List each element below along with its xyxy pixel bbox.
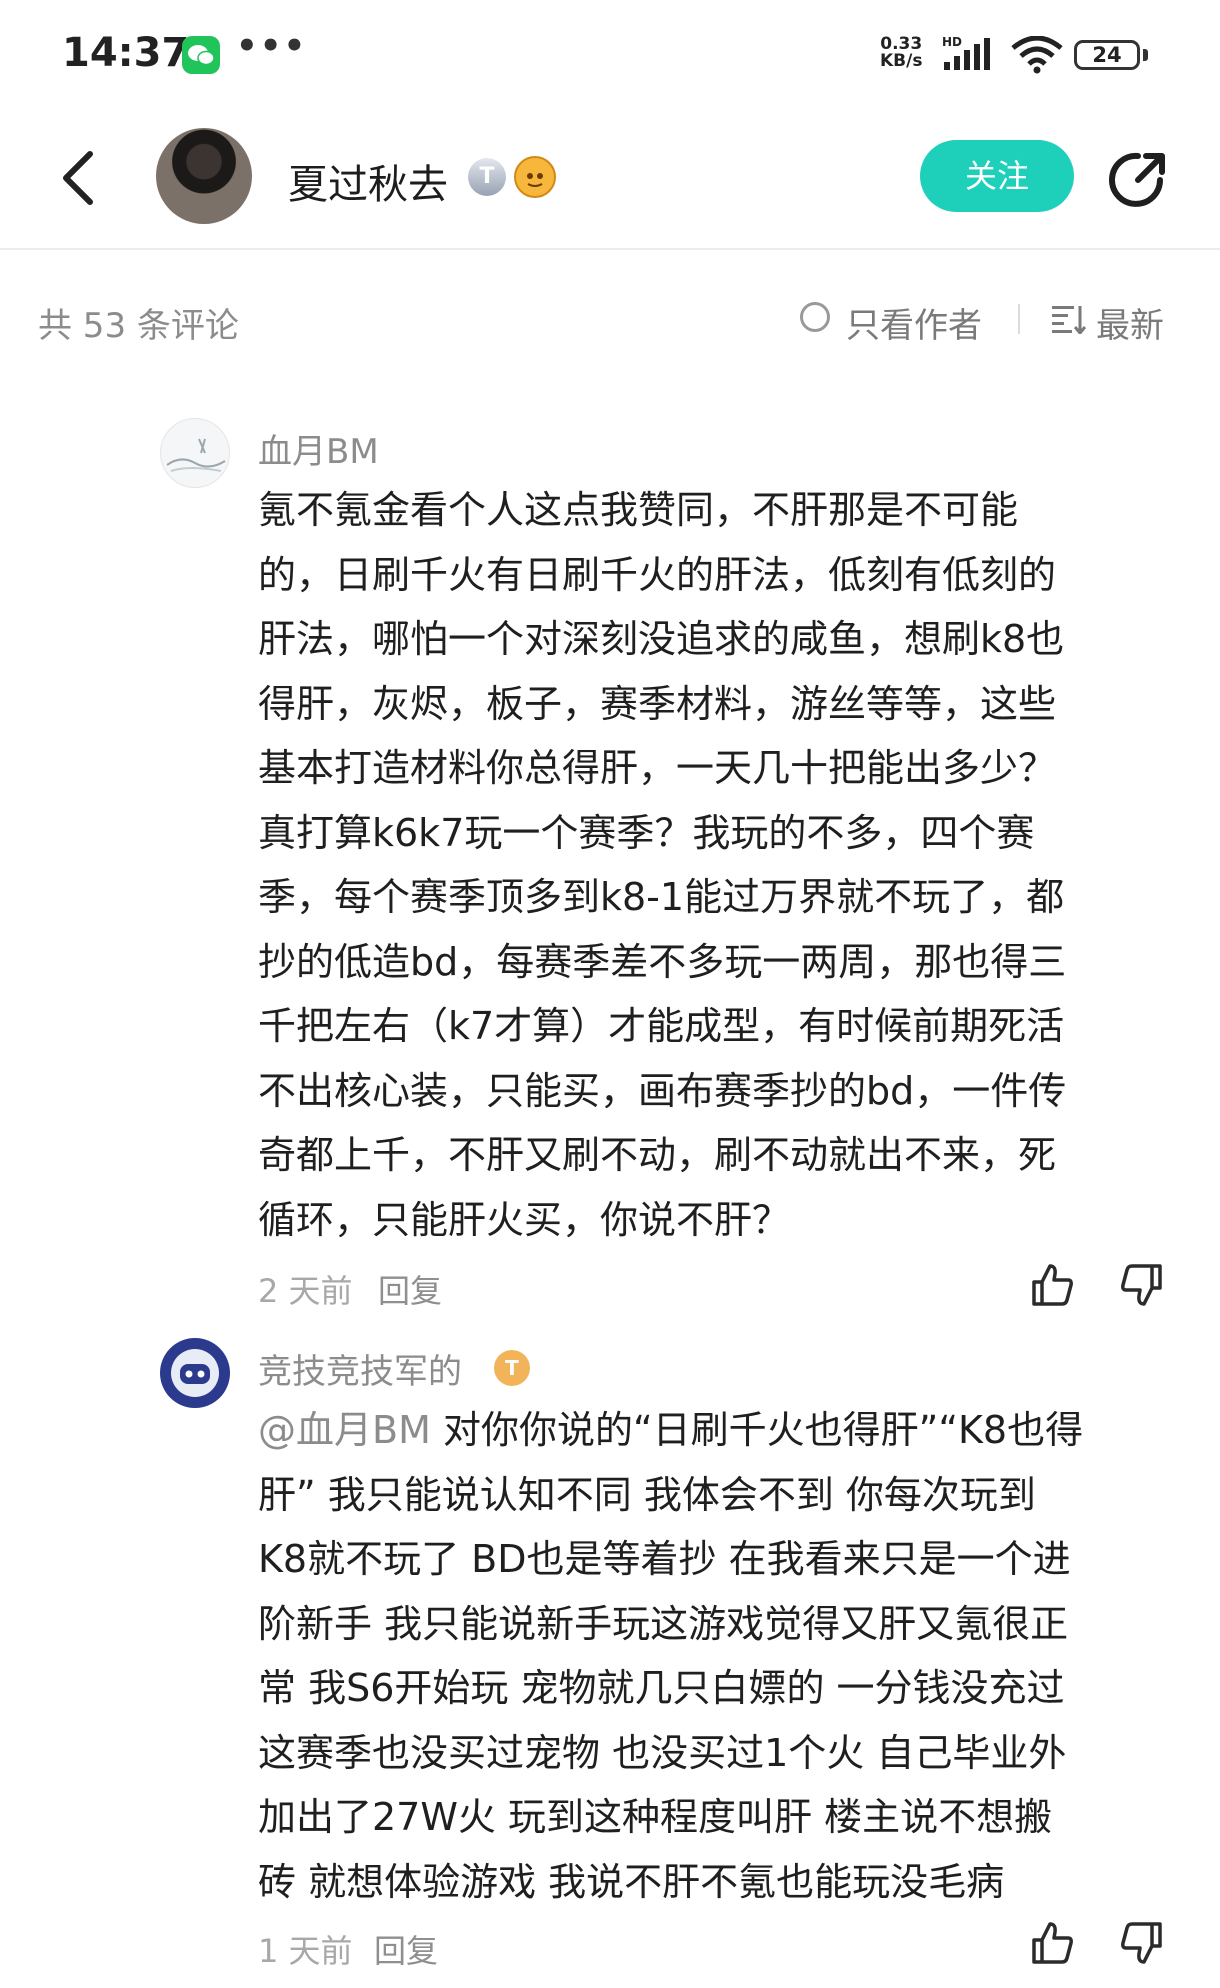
comment-line: 砖 就想体验游戏 我说不肝不氪也能玩没毛病 xyxy=(258,1859,1005,1904)
sort-latest-button[interactable]: 最新 xyxy=(1096,298,1164,347)
comment-line: 的，日刷千火有日刷千火的肝法，低刻有低刻的 xyxy=(258,552,1057,597)
reply-button[interactable]: 回复 xyxy=(378,1266,442,1312)
cat-badge-icon xyxy=(514,156,556,198)
dislike-button[interactable] xyxy=(1118,1920,1164,1966)
share-button[interactable] xyxy=(1108,150,1168,210)
comment-line: 季，每个赛季顶多到k8-1能过万界就不玩了，都 xyxy=(258,875,1065,919)
comment-line: @血月BM 对你你说的“日刷千火也得肝”“K8也得 xyxy=(258,1398,1162,1463)
radio-circle-icon[interactable] xyxy=(800,302,830,332)
share-icon xyxy=(1109,152,1165,207)
commenter-avatar[interactable] xyxy=(160,1338,230,1408)
comment-time: 2 天前 xyxy=(258,1272,353,1310)
thumbs-down-icon xyxy=(1121,1264,1162,1306)
mention-link[interactable]: @血月BM xyxy=(258,1408,431,1452)
comment-line: 循环，只能肝火买，你说不肝？ xyxy=(258,1197,791,1242)
battery-indicator: 24 xyxy=(1074,40,1140,70)
follow-button[interactable]: 关注 xyxy=(920,140,1074,212)
back-arrow-icon xyxy=(63,151,93,205)
comment-text: @血月BM 对你你说的“日刷千火也得肝”“K8也得 肝” 我只能说认知不同 我体… xyxy=(258,1398,1162,1914)
comment-line: 抄的低造bd，每赛季差不多玩一两周，那也得三 xyxy=(258,939,1067,984)
wechat-icon xyxy=(182,36,220,74)
comment-text: 氪不氪金看个人这点我赞同，不肝那是不可能 的，日刷千火有日刷千火的肝法，低刻有低… xyxy=(258,478,1162,1252)
sort-icon[interactable] xyxy=(1052,304,1087,336)
hd-label: HD xyxy=(942,35,962,49)
comment-line: 基本打造材料你总得肝，一天几十把能出多少？ xyxy=(258,746,1057,790)
comment-line: 肝法，哪怕一个对深刻没追求的咸鱼，想刷k8也 xyxy=(258,617,1065,661)
comment-line: 奇都上千，不肝又刷不动，刷不动就出不来，死 xyxy=(258,1133,1057,1177)
comment-line: K8就不玩了 BD也是等着抄 在我看来只是一个进 xyxy=(258,1537,1071,1581)
thumbs-up-icon xyxy=(1032,1922,1073,1964)
thumbs-up-icon xyxy=(1032,1264,1073,1306)
comment-line: 肝” 我只能说认知不同 我体会不到 你每次玩到 xyxy=(258,1472,1036,1517)
comment-line: 得肝，灰烬，板子，赛季材料，游丝等等，这些 xyxy=(258,681,1057,726)
reply-button[interactable]: 回复 xyxy=(374,1926,438,1972)
level-badge-icon: T xyxy=(468,158,506,196)
status-more-dots: ••• xyxy=(236,26,308,66)
commenter-avatar[interactable] xyxy=(160,418,230,488)
author-avatar[interactable] xyxy=(156,128,252,224)
comment-line: 常 我S6开始玩 宠物就几只白嫖的 一分钱没充过 xyxy=(258,1666,1065,1710)
status-time: 14:37 xyxy=(62,30,190,76)
signal-icon: HD xyxy=(940,34,1002,78)
author-name[interactable]: 夏过秋去 xyxy=(288,152,448,210)
comment-line: 千把左右（k7才算）才能成型，有时候前期死活 xyxy=(258,1004,1065,1048)
thumbs-down-icon xyxy=(1121,1922,1162,1964)
back-button[interactable] xyxy=(58,150,98,206)
comment-username[interactable]: 竞技竞技军的 xyxy=(258,1344,462,1393)
battery-tip xyxy=(1143,49,1148,61)
comment-time: 1 天前 xyxy=(258,1932,353,1970)
network-speed-unit: KB/s xyxy=(880,51,923,71)
dislike-button[interactable] xyxy=(1118,1262,1164,1308)
wifi-icon xyxy=(1010,35,1064,78)
like-button[interactable] xyxy=(1030,1920,1076,1966)
comment-count: 共 53 条评论 xyxy=(38,306,239,346)
comment-line: 这赛季也没买过宠物 也没买过1个火 自己毕业外 xyxy=(258,1730,1067,1775)
network-speed: 0.33 KB/s xyxy=(880,36,922,70)
comment-line: 真打算k6k7玩一个赛季？我玩的不多，四个赛 xyxy=(258,810,1035,855)
comment-line: 加出了27W火 玩到这种程度叫肝 楼主说不想搬 xyxy=(258,1795,1053,1839)
filter-divider xyxy=(1018,304,1020,334)
author-only-toggle[interactable]: 只看作者 xyxy=(846,298,982,347)
comment-line: 阶新手 我只能说新手玩这游戏觉得又肝又氪很正 xyxy=(258,1601,1069,1646)
like-button[interactable] xyxy=(1030,1262,1076,1308)
comment-line-text: 对你你说的“日刷千火也得肝”“K8也得 xyxy=(430,1408,1084,1452)
comment-line: 不出核心装，只能买，画布赛季抄的bd，一件传 xyxy=(258,1068,1067,1113)
level-badge-icon: T xyxy=(494,1350,530,1386)
comment-line: 氪不氪金看个人这点我赞同，不肝那是不可能 xyxy=(258,488,1019,532)
comment-username[interactable]: 血月BM xyxy=(258,424,379,473)
header-divider xyxy=(0,248,1220,250)
